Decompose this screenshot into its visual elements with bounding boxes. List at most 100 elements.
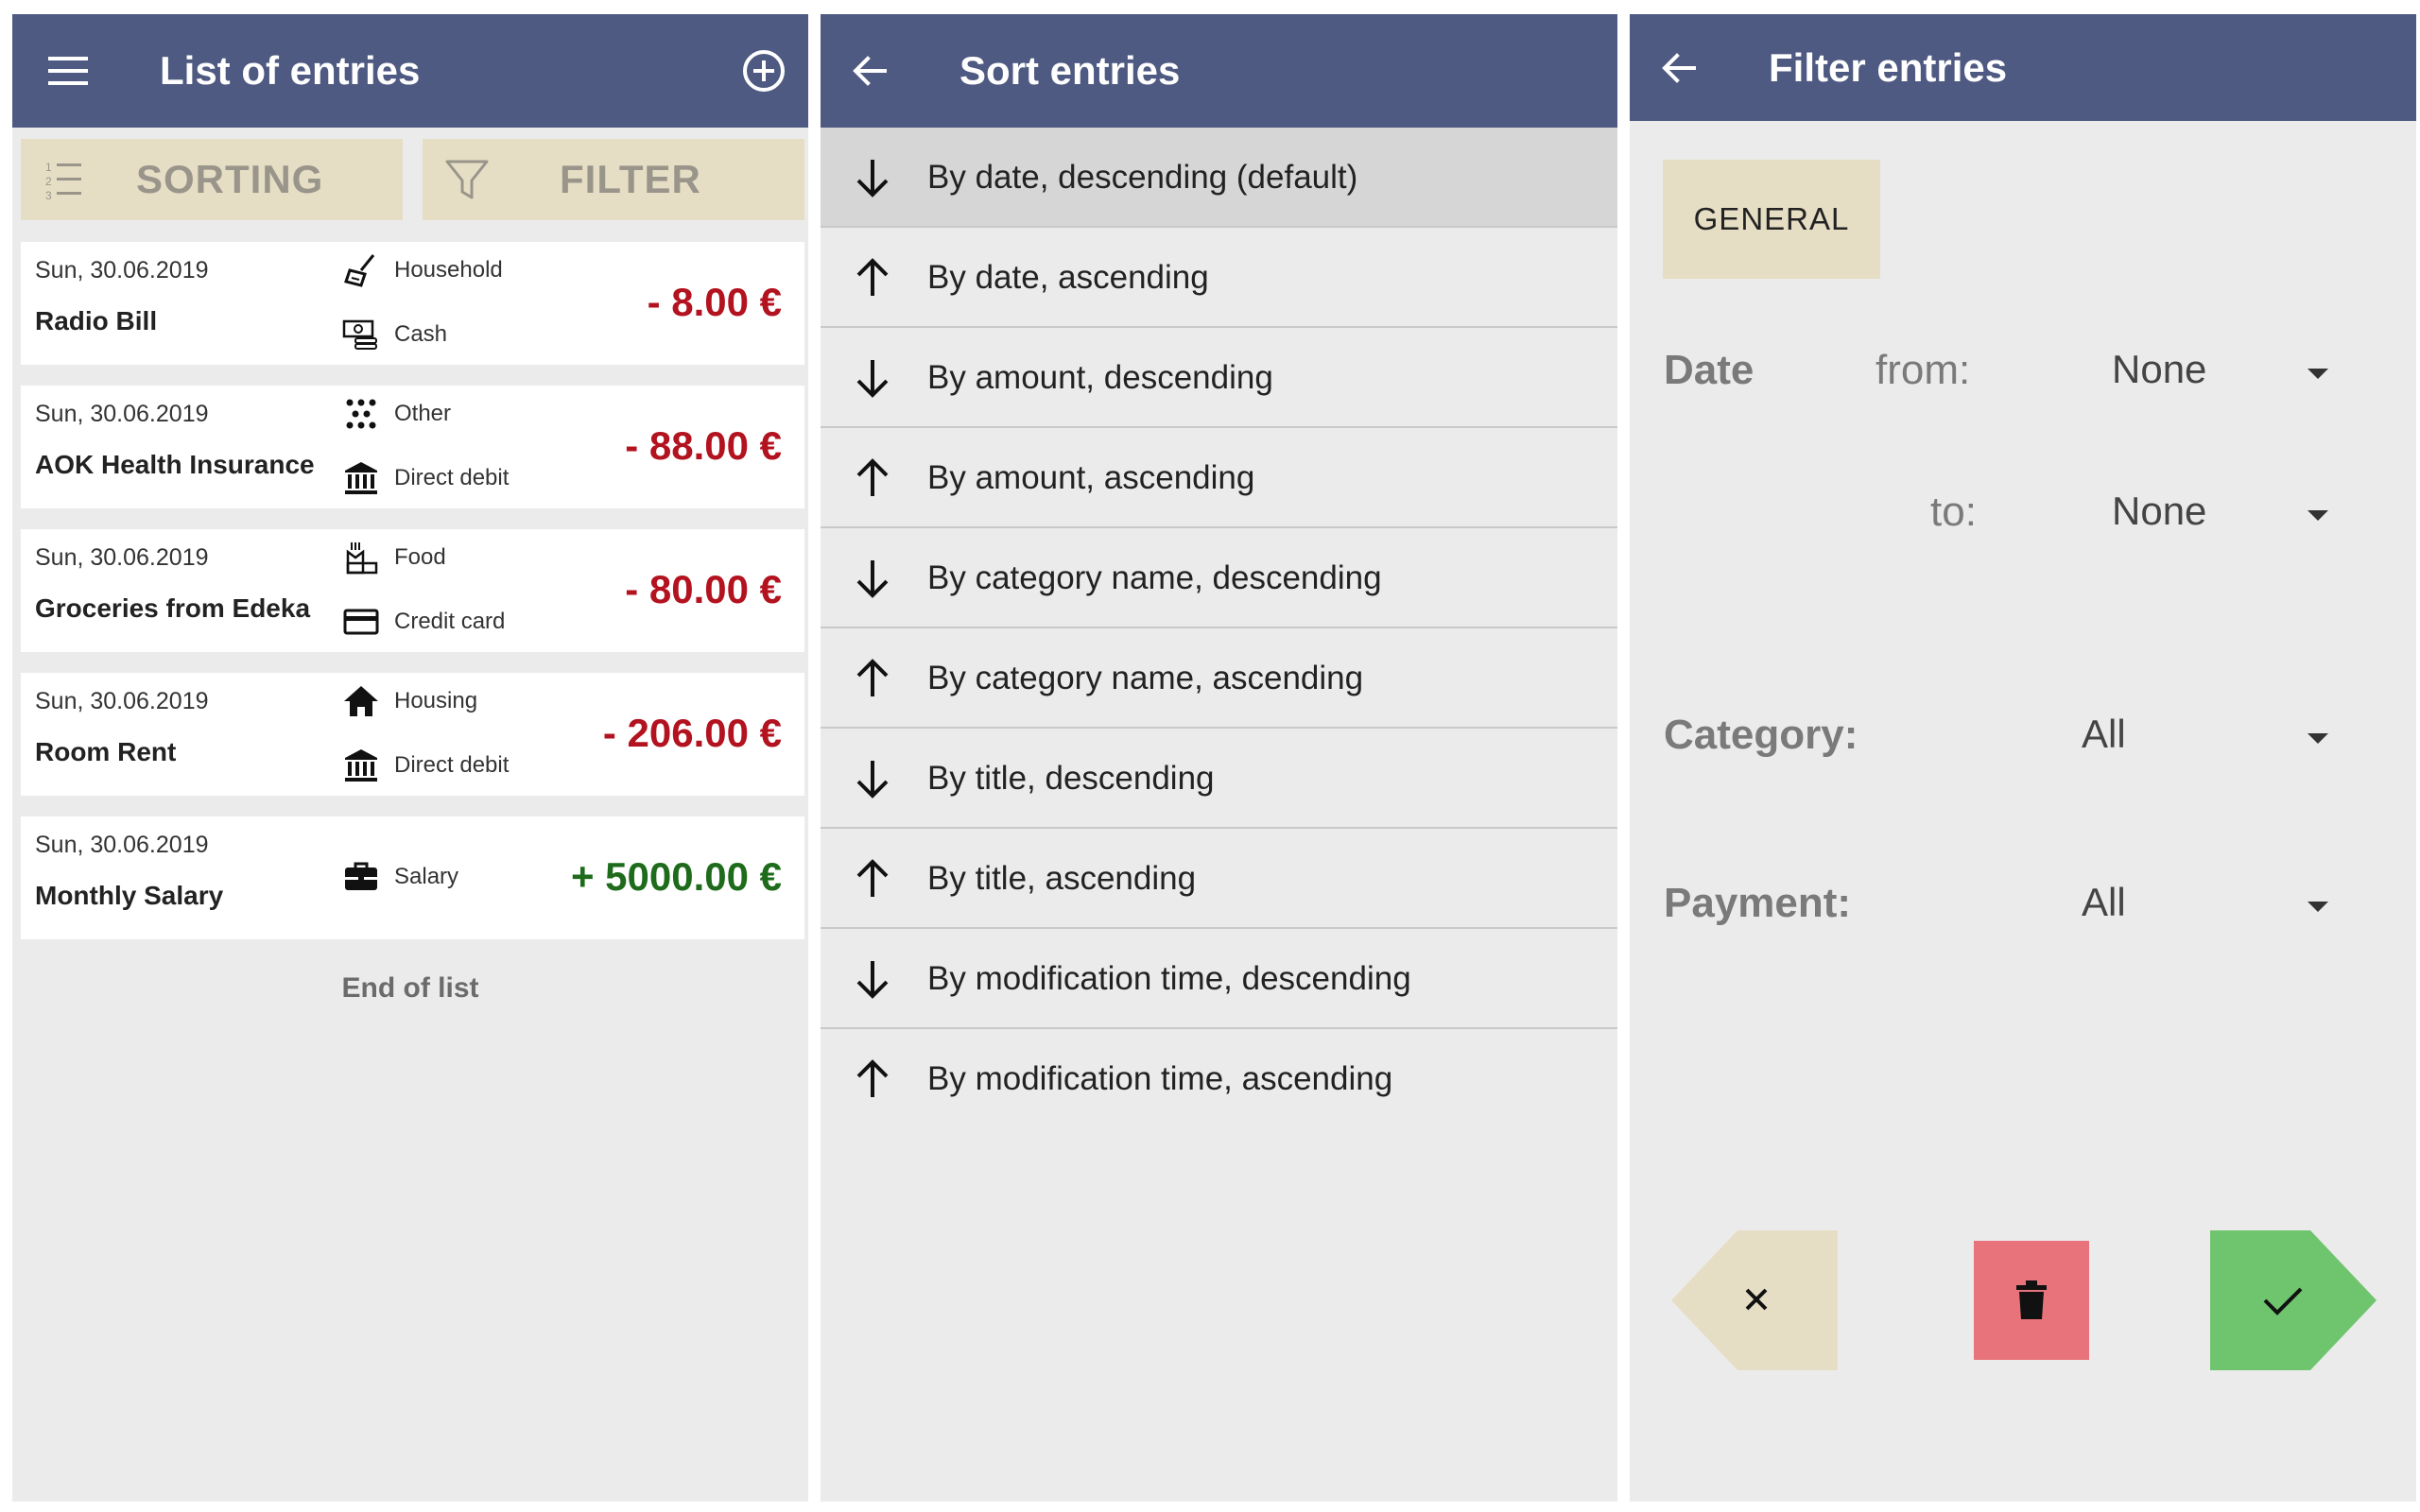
sort-option-label: By title, ascending [927,860,1197,897]
category-value: All [2082,712,2126,756]
page-title: Sort entries [959,48,1181,93]
filter-screen: Filter entries GENERAL Date from: None t… [1630,14,2416,1502]
payment-label: Payment: [1664,880,1852,926]
sort-option-label: By category name, descending [927,559,1382,596]
credit-card-icon [343,609,379,635]
page-title: List of entries [160,48,421,93]
entry-title: Groceries from Edeka [35,593,311,623]
sort-option[interactable]: By title, descending [821,729,1617,829]
filter-funnel-icon [445,160,489,199]
filter-button[interactable]: FILTER [423,139,804,220]
entry-date: Sun, 30.06.2019 [35,257,209,284]
entry-payment: Direct debit [394,465,510,490]
end-of-list-text: End of list [341,972,479,1004]
list-screen: List of entries 1 2 3 SORTING FILTER Sun… [12,14,808,1502]
arrow-back-icon[interactable] [841,43,898,99]
sort-option-label: By modification time, ascending [927,1060,1393,1097]
chevron-down-icon [2308,733,2328,744]
bank-icon [345,749,377,782]
entry-category: Housing [394,688,478,713]
entry-amount: - 8.00 € [647,280,782,324]
entry-title: Monthly Salary [35,881,224,910]
entry-amount: + 5000.00 € [570,854,782,899]
delete-button[interactable] [1974,1241,2089,1360]
filter-label: FILTER [560,157,701,201]
entry-date: Sun, 30.06.2019 [35,688,209,714]
sort-option[interactable]: By amount, ascending [821,428,1617,528]
list-app-bar: List of entries [12,14,808,128]
cash-icon [342,319,377,350]
date-from-value: None [2112,347,2207,391]
arrow-up-icon [856,659,889,696]
svg-text:1: 1 [45,161,52,174]
entry-title: Room Rent [35,737,177,766]
tab-general[interactable]: GENERAL [1663,160,1880,279]
category-label: Category: [1664,712,1858,758]
date-label: Date [1664,347,1754,393]
sort-option[interactable]: By category name, ascending [821,628,1617,729]
sort-option[interactable]: By title, ascending [821,829,1617,929]
sort-option-label: By title, descending [927,760,1215,797]
arrow-up-icon [856,1059,889,1097]
entry-date: Sun, 30.06.2019 [35,832,209,858]
sort-option[interactable]: By modification time, descending [821,929,1617,1029]
date-to-dropdown[interactable]: None [2112,477,2395,547]
entry-title: Radio Bill [35,306,158,335]
date-to-label: to: [1930,489,1977,535]
home-icon [344,686,378,716]
category-dropdown[interactable]: All [2082,700,2395,770]
sort-option[interactable]: By date, ascending [821,228,1617,328]
arrow-down-icon [856,160,889,198]
date-from-dropdown[interactable]: None [2112,335,2395,405]
svg-text:2: 2 [45,175,52,188]
date-to-value: None [2112,489,2207,533]
sort-app-bar: Sort entries [821,14,1617,128]
list-item[interactable]: Sun, 30.06.2019 Room Rent Housing Direct… [21,673,804,796]
sorting-label: SORTING [136,157,324,201]
arrow-up-icon [856,458,889,496]
payment-dropdown[interactable]: All [2082,868,2395,938]
list-item[interactable]: Sun, 30.06.2019 AOK Health Insurance Oth… [21,386,804,508]
sort-option[interactable]: By amount, descending [821,328,1617,428]
entry-date: Sun, 30.06.2019 [35,401,209,427]
dots-icon [346,399,376,429]
entry-amount: - 80.00 € [625,567,782,611]
arrow-down-icon [856,961,889,999]
sort-option-label: By date, ascending [927,259,1209,296]
date-from-label: from: [1876,347,1971,393]
arrow-up-icon [856,859,889,897]
sort-option-label: By modification time, descending [927,960,1411,997]
list-item[interactable]: Sun, 30.06.2019 Monthly Salary Salary + … [21,816,804,939]
entry-category: Salary [394,864,459,889]
arrow-up-icon [856,258,889,296]
chevron-down-icon [2308,510,2328,521]
sort-option[interactable]: By modification time, ascending [821,1029,1617,1129]
sort-option[interactable]: By date, descending (default) [821,128,1617,228]
arrow-down-icon [856,360,889,398]
list-item[interactable]: Sun, 30.06.2019 Radio Bill Household Cas… [21,242,804,365]
entry-category: Other [394,401,452,426]
entry-category: Food [394,544,446,570]
entry-title: AOK Health Insurance [35,450,315,479]
list-item[interactable]: Sun, 30.06.2019 Groceries from Edeka Foo… [21,529,804,652]
sort-option-label: By date, descending (default) [927,159,1358,196]
entry-payment: Cash [394,321,448,347]
broom-icon [344,254,375,287]
sort-screen: Sort entries By date, descending (defaul… [821,14,1617,1502]
add-circle-icon[interactable] [735,43,792,99]
page-title: Filter entries [1769,45,2008,90]
confirm-button[interactable] [2210,1230,2377,1370]
sort-option-label: By amount, ascending [927,459,1255,496]
chevron-down-icon [2308,902,2328,912]
cancel-button[interactable] [1671,1230,1838,1370]
arrow-back-icon[interactable] [1651,40,1707,96]
payment-value: All [2082,880,2126,924]
sort-list-icon: 1 2 3 [45,161,81,202]
briefcase-icon [345,862,377,890]
chevron-down-icon [2308,369,2328,379]
hamburger-menu-icon[interactable] [41,43,97,99]
sorting-button[interactable]: 1 2 3 SORTING [21,139,403,220]
sort-option[interactable]: By category name, descending [821,528,1617,628]
trash-icon [2016,1280,2047,1319]
arrow-down-icon [856,761,889,799]
